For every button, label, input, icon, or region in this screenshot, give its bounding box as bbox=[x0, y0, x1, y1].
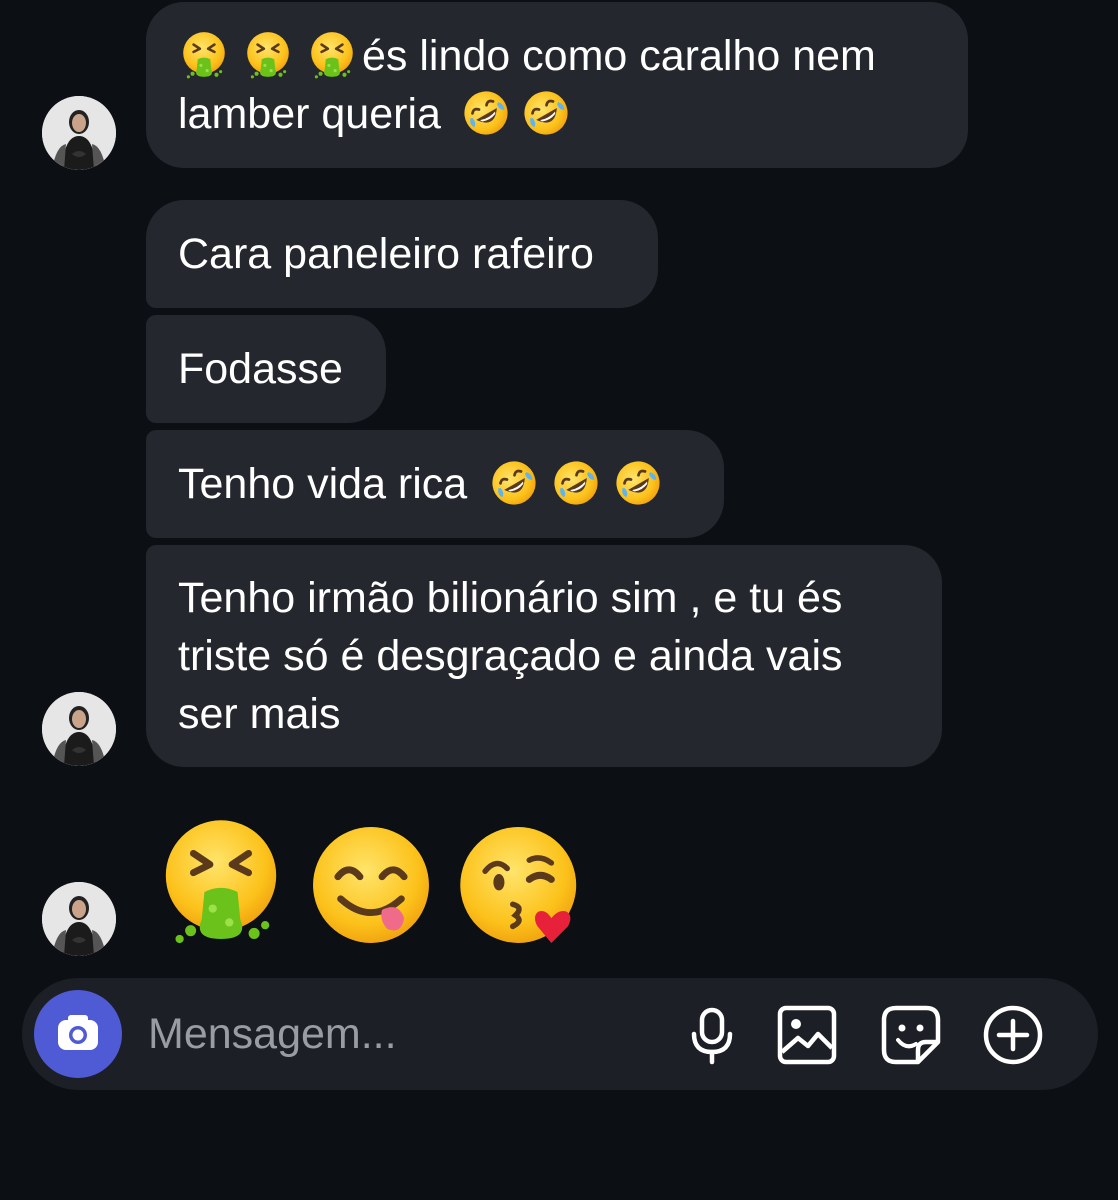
rofl-emoji bbox=[611, 456, 665, 510]
rofl-emoji bbox=[487, 456, 541, 510]
message-bubble: és lindo como caralho nem lamber queria bbox=[146, 2, 968, 168]
yum-face-emoji bbox=[302, 816, 440, 954]
nauseated-face-emoji bbox=[152, 812, 290, 950]
message-text: lamber queria bbox=[178, 90, 441, 138]
avatar[interactable] bbox=[42, 692, 116, 766]
message-line: lamber queria bbox=[178, 85, 936, 143]
nauseated-face-emoji bbox=[306, 29, 358, 81]
microphone-icon[interactable] bbox=[682, 1004, 742, 1066]
camera-button[interactable] bbox=[34, 990, 122, 1078]
message-text: és lindo como caralho nem bbox=[362, 32, 876, 80]
message-text: Tenho vida rica bbox=[178, 460, 468, 508]
message-bubble: Tenho vida rica bbox=[146, 430, 724, 538]
gallery-icon[interactable] bbox=[776, 1004, 838, 1066]
message-bubble: Fodasse bbox=[146, 315, 386, 423]
message-bubble: Cara paneleiro rafeiro bbox=[146, 200, 658, 308]
message-text: Fodasse bbox=[178, 345, 343, 393]
message-line: ser mais bbox=[178, 690, 341, 738]
kissing-heart-wink-emoji bbox=[452, 816, 590, 954]
message-line: triste só é desgraçado e ainda vais bbox=[178, 632, 843, 680]
message-text: Cara paneleiro rafeiro bbox=[178, 230, 594, 278]
plus-circle-icon[interactable] bbox=[982, 1004, 1044, 1066]
message-line: Tenho irmão bilionário sim , e tu és bbox=[178, 574, 843, 622]
message-bubble: Tenho irmão bilionário sim , e tu és tri… bbox=[146, 545, 942, 767]
rofl-emoji bbox=[459, 86, 513, 140]
camera-icon bbox=[58, 1015, 98, 1050]
rofl-emoji bbox=[549, 456, 603, 510]
avatar[interactable] bbox=[42, 882, 116, 956]
rofl-emoji bbox=[519, 86, 573, 140]
message-line: és lindo como caralho nem bbox=[178, 27, 936, 85]
avatar[interactable] bbox=[42, 96, 116, 170]
sticker-icon[interactable] bbox=[880, 1004, 942, 1066]
nauseated-face-emoji bbox=[178, 29, 230, 81]
message-composer: Mensagem... bbox=[22, 978, 1098, 1090]
nauseated-face-emoji bbox=[242, 29, 294, 81]
message-input[interactable]: Mensagem... bbox=[148, 1008, 397, 1060]
